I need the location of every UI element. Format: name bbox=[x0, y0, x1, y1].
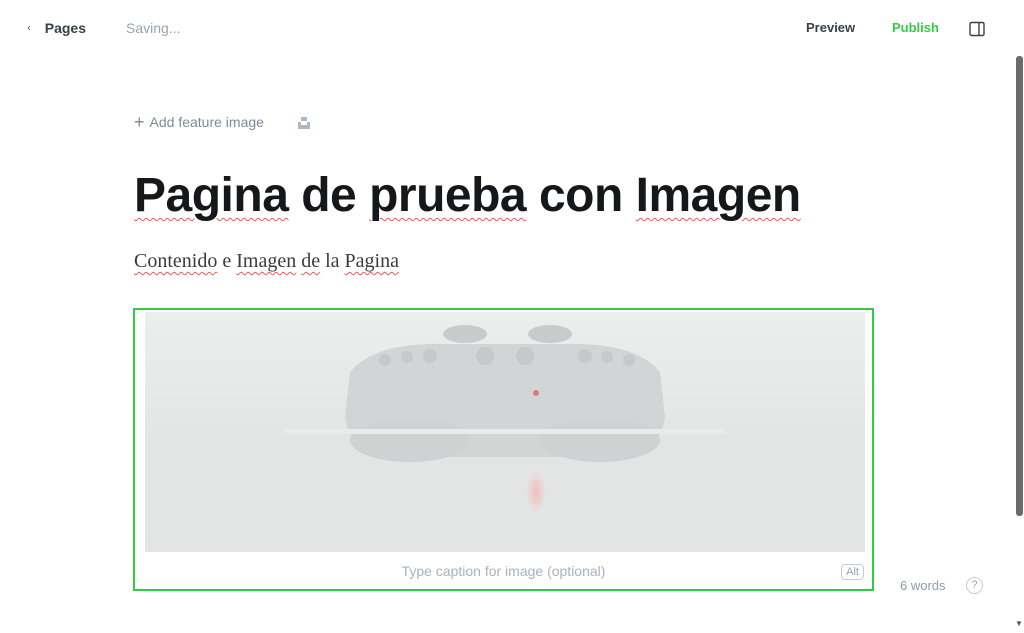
add-feature-image-button[interactable]: + Add feature image bbox=[134, 112, 264, 132]
body-word: Pagina bbox=[344, 250, 399, 272]
alt-text-button[interactable]: Alt bbox=[841, 564, 864, 580]
title-word: Pagina bbox=[134, 169, 289, 222]
help-icon[interactable]: ? bbox=[966, 577, 983, 594]
page-title[interactable]: Pagina de prueba con Imagen bbox=[134, 168, 801, 223]
scroll-thumb[interactable] bbox=[1016, 56, 1023, 516]
body-word: de bbox=[301, 250, 321, 272]
word-count: 6 words bbox=[900, 578, 946, 593]
plus-icon: + bbox=[134, 112, 145, 132]
controller-image bbox=[145, 312, 865, 552]
scroll-down-arrow[interactable]: ▼ bbox=[1015, 619, 1023, 628]
page-scrollbar[interactable]: ▼ bbox=[1014, 56, 1024, 633]
image-caption-input[interactable]: Type caption for image (optional) bbox=[135, 563, 872, 579]
body-paragraph[interactable]: Contenido e Imagen de la Pagina bbox=[134, 250, 399, 273]
title-word: Imagen bbox=[635, 169, 802, 222]
image-card[interactable]: Type caption for image (optional) Alt bbox=[133, 308, 874, 591]
save-status: Saving... bbox=[126, 20, 181, 36]
chevron-left-icon bbox=[27, 26, 31, 30]
back-label: Pages bbox=[44, 20, 86, 36]
title-word: con bbox=[538, 169, 623, 222]
publish-button[interactable]: Publish bbox=[892, 20, 939, 35]
title-word: prueba bbox=[369, 169, 527, 222]
back-to-pages-button[interactable]: Pages bbox=[26, 17, 86, 39]
body-word: e bbox=[222, 250, 232, 272]
body-word: Contenido bbox=[134, 250, 218, 272]
title-word: de bbox=[301, 169, 357, 222]
add-feature-image-label: Add feature image bbox=[149, 114, 264, 130]
preview-button[interactable]: Preview bbox=[806, 20, 855, 35]
editor-topbar: Pages Saving... Preview Publish bbox=[0, 0, 1024, 56]
body-word: la bbox=[325, 250, 340, 272]
body-word: Imagen bbox=[236, 250, 297, 272]
unsplash-icon[interactable] bbox=[297, 116, 311, 130]
game-controller-illustration bbox=[145, 325, 865, 552]
sidebar-toggle-icon[interactable] bbox=[969, 21, 985, 37]
